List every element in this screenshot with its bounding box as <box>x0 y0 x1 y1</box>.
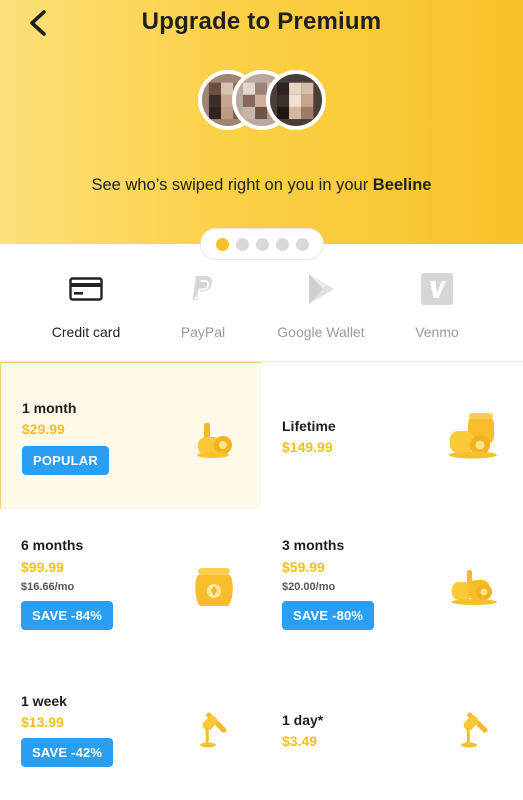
plans-grid: 1 month $29.99 POPULAR Lifetime $149.99 … <box>0 361 523 800</box>
payment-methods: Credit card PayPal Google Wallet Venmo <box>0 268 523 348</box>
plan-price: $149.99 <box>282 439 333 455</box>
plan-3-months[interactable]: 3 months $59.99 $20.00/mo SAVE -80% <box>261 509 523 657</box>
plan-1-week[interactable]: 1 week $13.99 SAVE -42% <box>0 656 262 800</box>
plan-name: 1 day* <box>282 712 324 728</box>
venmo-icon <box>421 273 453 305</box>
plan-name: 1 month <box>22 400 77 416</box>
honey-jar-icon <box>195 568 233 606</box>
avatar-group <box>198 70 328 132</box>
payment-label: Venmo <box>415 324 459 340</box>
plan-price: $59.99 <box>282 559 325 575</box>
plan-price: $99.99 <box>21 559 64 575</box>
header-subtitle: See who’s swiped right on you in your Be… <box>0 176 523 195</box>
carousel-pager <box>200 228 324 260</box>
payment-label: PayPal <box>180 324 226 340</box>
plan-per-month: $20.00/mo <box>282 581 336 593</box>
save-badge: SAVE -42% <box>21 738 114 767</box>
payment-credit-card[interactable]: Credit card <box>21 268 151 340</box>
plan-name: 1 week <box>21 693 67 709</box>
subtitle-text: See who’s swiped right on you in your <box>91 176 373 194</box>
pager-dot[interactable] <box>255 237 269 251</box>
pager-dot[interactable] <box>275 237 289 251</box>
plan-1-month[interactable]: 1 month $29.99 POPULAR <box>0 362 262 510</box>
plan-name: Lifetime <box>282 418 336 434</box>
paypal-icon <box>192 276 212 300</box>
credit-card-icon <box>69 277 103 301</box>
plan-price: $13.99 <box>21 714 64 730</box>
subtitle-highlight: Beeline <box>372 176 432 194</box>
honey-pots-icon <box>449 413 497 459</box>
payment-google-wallet[interactable]: Google Wallet <box>256 268 386 340</box>
pager-dot[interactable] <box>295 237 309 251</box>
popular-badge: POPULAR <box>22 446 109 475</box>
honey-drip-icon <box>200 712 227 748</box>
avatar <box>266 70 326 130</box>
payment-venmo[interactable]: Venmo <box>372 268 502 340</box>
google-wallet-icon <box>309 274 334 304</box>
save-badge: SAVE -80% <box>282 601 375 630</box>
plan-price: $3.49 <box>282 733 318 749</box>
plan-name: 3 months <box>282 537 345 553</box>
plan-1-day[interactable]: 1 day* $3.49 <box>261 656 523 800</box>
pager-dot[interactable] <box>215 237 229 251</box>
save-badge: SAVE -84% <box>21 601 114 630</box>
honey-dipper-icon <box>197 423 232 458</box>
payment-paypal[interactable]: PayPal <box>138 268 268 340</box>
honey-dipper-pile-icon <box>451 570 497 605</box>
plan-lifetime[interactable]: Lifetime $149.99 <box>261 362 523 510</box>
payment-label: Google Wallet <box>277 324 365 340</box>
page-title: Upgrade to Premium <box>141 8 382 35</box>
header: Upgrade to Premium See who’s swiped righ… <box>0 0 523 244</box>
plan-name: 6 months <box>21 537 84 553</box>
pager-dot[interactable] <box>235 237 249 251</box>
honey-drip-icon <box>461 712 488 748</box>
plan-per-month: $16.66/mo <box>21 581 75 593</box>
plan-6-months[interactable]: 6 months $99.99 $16.66/mo SAVE -84% <box>0 509 262 657</box>
plan-price: $29.99 <box>22 421 65 437</box>
payment-label: Credit card <box>51 324 121 340</box>
